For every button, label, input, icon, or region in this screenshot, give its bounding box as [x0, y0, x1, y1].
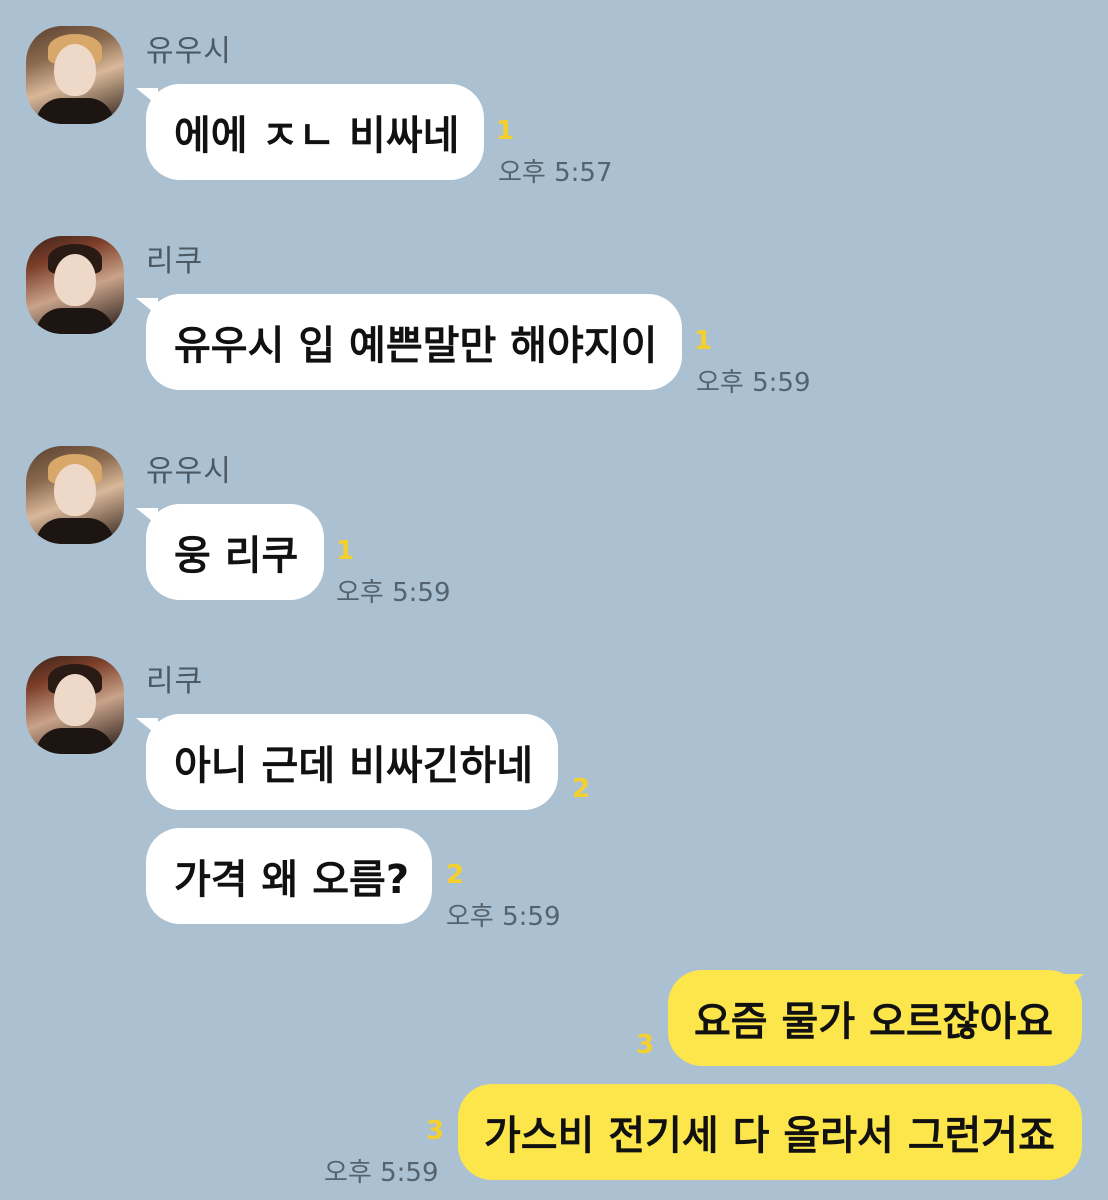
my-message-bubble[interactable]: 가스비 전기세 다 올라서 그런거죠	[458, 1084, 1082, 1180]
avatar-yushi[interactable]	[26, 26, 124, 124]
unread-count: 1	[694, 326, 713, 356]
message-bubble[interactable]: 아니 근데 비싸긴하네	[146, 714, 558, 810]
unread-count: 2	[572, 774, 591, 804]
unread-count: 1	[496, 116, 515, 146]
unread-count: 2	[446, 860, 465, 890]
message-bubble[interactable]: 에에 ㅈㄴ 비싸네	[146, 84, 484, 180]
message-bubble[interactable]: 웅 리쿠	[146, 504, 324, 600]
avatar-yushi[interactable]	[26, 446, 124, 544]
message-time: 오후 5:59	[336, 578, 451, 608]
unread-count: 3	[426, 1116, 445, 1146]
message-time: 오후 5:59	[324, 1158, 439, 1188]
sender-name: 유우시	[146, 454, 232, 489]
sender-name: 리쿠	[146, 244, 204, 279]
unread-count: 3	[636, 1030, 655, 1060]
message-bubble[interactable]: 가격 왜 오름?	[146, 828, 432, 924]
avatar-riku[interactable]	[26, 236, 124, 334]
message-time: 오후 5:57	[498, 158, 613, 188]
message-time: 오후 5:59	[696, 368, 811, 398]
sender-name: 리쿠	[146, 664, 204, 699]
message-time: 오후 5:59	[446, 902, 561, 932]
unread-count: 1	[336, 536, 355, 566]
message-bubble[interactable]: 유우시 입 예쁜말만 해야지이	[146, 294, 682, 390]
avatar-riku[interactable]	[26, 656, 124, 754]
my-message-bubble[interactable]: 요즘 물가 오르잖아요	[668, 970, 1082, 1066]
sender-name: 유우시	[146, 34, 232, 69]
